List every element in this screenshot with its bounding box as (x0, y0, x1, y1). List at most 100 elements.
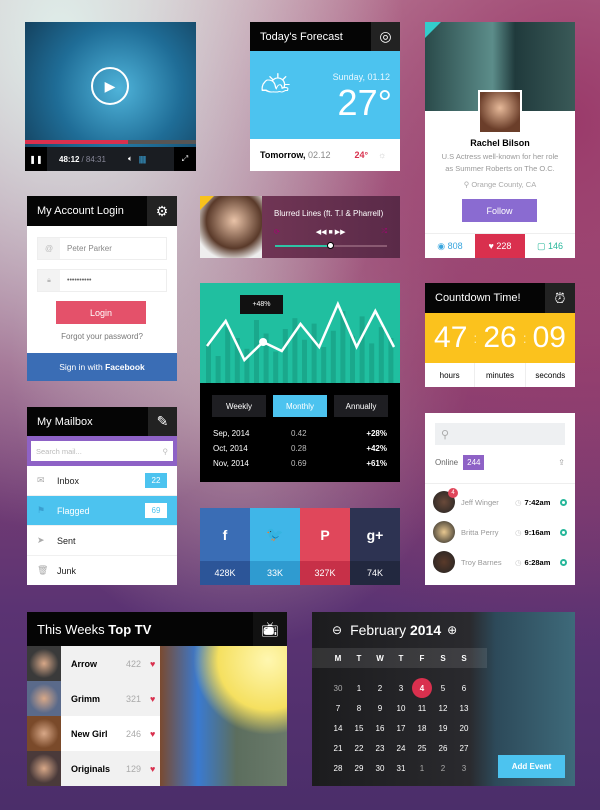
comments-stat[interactable]: ▢ 146 (525, 234, 575, 258)
mailbox-item-inbox[interactable]: ✉ Inbox 22 (27, 466, 177, 496)
tv-show-item[interactable]: Arrow 422 ♥ (27, 646, 160, 681)
likes-stat[interactable]: ♥ 228 (475, 234, 525, 258)
password-field[interactable]: 🔒︎ •••••••••• (37, 269, 167, 292)
volume-icon[interactable]: 🔈︎ (128, 154, 133, 164)
compass-icon[interactable]: ◎ (371, 22, 400, 51)
tab-annually[interactable]: Annually (334, 395, 388, 417)
add-event-button[interactable]: Add Event (498, 755, 565, 778)
calendar-day[interactable]: 16 (370, 718, 390, 738)
heart-icon[interactable]: ♥ (150, 694, 155, 704)
stop-button[interactable]: ■ (329, 229, 333, 236)
calendar-day[interactable]: 27 (454, 738, 474, 758)
views-stat[interactable]: ◉ 808 (425, 234, 475, 258)
chat-user[interactable]: 4 Jeff Winger ◷ 7:42am (433, 487, 567, 517)
calendar-day[interactable]: 28 (328, 758, 348, 778)
calendar-day[interactable]: 10 (391, 698, 411, 718)
avatar[interactable] (478, 90, 522, 134)
shuffle-icon[interactable]: ⤮ (381, 228, 387, 236)
social-twitter[interactable]: 🐦 33K (250, 508, 300, 585)
track-progress-handle[interactable] (327, 242, 334, 249)
calendar-day[interactable]: 26 (433, 738, 453, 758)
calendar-day[interactable]: 19 (433, 718, 453, 738)
heart-icon[interactable]: ♥ (150, 729, 155, 739)
chat-search-input[interactable]: ⚲ (435, 423, 565, 445)
mailbox-item-flagged[interactable]: ⚑ Flagged 69 (27, 496, 177, 526)
calendar-day[interactable]: 24 (391, 738, 411, 758)
social-pinterest[interactable]: P 327K (300, 508, 350, 585)
tv-show-item[interactable]: New Girl 246 ♥ (27, 716, 160, 751)
social-facebook[interactable]: f 428K (200, 508, 250, 585)
calendar-day[interactable]: 23 (370, 738, 390, 758)
chart-bar (282, 329, 288, 383)
mailbox-item-junk[interactable]: 🗑︎ Junk (27, 556, 177, 585)
mail-search-input[interactable]: Search mail... ⚲ (31, 441, 173, 461)
calendar-day[interactable]: 20 (454, 718, 474, 738)
repeat-icon[interactable]: ⟳ (274, 228, 280, 236)
calendar-day[interactable]: 3 (454, 758, 474, 778)
facebook-signin-button[interactable]: Sign in with Facebook (27, 353, 177, 381)
calendar-day[interactable]: 30 (328, 678, 348, 698)
pause-button[interactable]: ❚❚ (25, 147, 47, 171)
heart-icon[interactable]: ♥ (150, 659, 155, 669)
tomorrow-weather-icon: ☼ (378, 150, 387, 160)
calendar-day[interactable]: 25 (412, 738, 432, 758)
calendar-day[interactable]: 2 (433, 758, 453, 778)
share-icon[interactable]: ⇪ (558, 458, 565, 467)
track-progress[interactable] (275, 242, 387, 249)
chat-user[interactable]: Troy Barnes ◷ 6:28am (433, 547, 567, 577)
calendar-day[interactable]: 13 (454, 698, 474, 718)
calendar-day[interactable]: 1 (412, 758, 432, 778)
play-button[interactable]: ▶ (91, 67, 129, 105)
chat-user[interactable]: Britta Perry ◷ 9:16am (433, 517, 567, 547)
video-progress-bar[interactable] (25, 140, 196, 144)
calendar-day[interactable]: 22 (349, 738, 369, 758)
calendar-day[interactable]: 31 (391, 758, 411, 778)
calendar-day[interactable]: 12 (433, 698, 453, 718)
settings-gear-icon[interactable]: ⚙ (147, 196, 177, 226)
forward-button[interactable]: ▶▶ (335, 229, 346, 236)
social-google-plus[interactable]: g+ 74K (350, 508, 400, 585)
mailbox-item-sent[interactable]: ➤ Sent (27, 526, 177, 556)
prev-month-button[interactable]: ⊖ (332, 623, 342, 637)
calendar-day[interactable]: 15 (349, 718, 369, 738)
calendar-day[interactable]: 29 (349, 758, 369, 778)
calendar-day[interactable]: 17 (391, 718, 411, 738)
calendar-day[interactable]: 6 (454, 678, 474, 698)
calendar-day[interactable]: 7 (328, 698, 348, 718)
tv-show-item[interactable]: Originals 129 ♥ (27, 751, 160, 786)
alarm-clock-icon[interactable]: ⏰︎ (545, 283, 575, 313)
tv-icon[interactable]: 📺︎ (253, 612, 287, 646)
rewind-button[interactable]: ◀◀ (316, 229, 327, 236)
tab-weekly[interactable]: Weekly (212, 395, 266, 417)
user-name: Jeff Winger (461, 497, 499, 507)
calendar-day[interactable]: 2 (370, 678, 390, 698)
online-count-badge: 244 (463, 455, 485, 470)
volume-slider[interactable]: |||||| (139, 155, 147, 164)
forgot-password-link[interactable]: Forgot your password? (27, 332, 177, 341)
chart-bar (321, 347, 327, 383)
video-controls: ❚❚ 48:12 / 84:31 🔈︎ |||||| ⤢ (25, 147, 196, 171)
tab-monthly[interactable]: Monthly (273, 395, 327, 417)
username-field[interactable]: @ Peter Parker (37, 237, 167, 260)
calendar-day[interactable]: 11 (412, 698, 432, 718)
chart-point[interactable] (259, 338, 268, 346)
calendar-day[interactable]: 5 (433, 678, 453, 698)
calendar-day[interactable]: 30 (370, 758, 390, 778)
calendar-day[interactable]: 18 (412, 718, 432, 738)
compose-icon[interactable]: ✎ (148, 407, 177, 436)
calendar-day[interactable]: 8 (349, 698, 369, 718)
calendar-day[interactable]: 9 (370, 698, 390, 718)
top-tv-title-bold: Top TV (108, 621, 152, 637)
tv-show-item[interactable]: Grimm 321 ♥ (27, 681, 160, 716)
calendar-day[interactable]: 1 (349, 678, 369, 698)
login-button[interactable]: Login (56, 301, 146, 324)
facebook-icon: f (200, 508, 250, 561)
calendar-day-selected[interactable]: 4 (412, 678, 432, 698)
follow-button[interactable]: Follow (462, 199, 537, 222)
heart-icon[interactable]: ♥ (150, 764, 155, 774)
calendar-day[interactable]: 21 (328, 738, 348, 758)
fullscreen-button[interactable]: ⤢ (174, 147, 196, 171)
next-month-button[interactable]: ⊕ (447, 623, 457, 637)
calendar-day[interactable]: 3 (391, 678, 411, 698)
calendar-day[interactable]: 14 (328, 718, 348, 738)
